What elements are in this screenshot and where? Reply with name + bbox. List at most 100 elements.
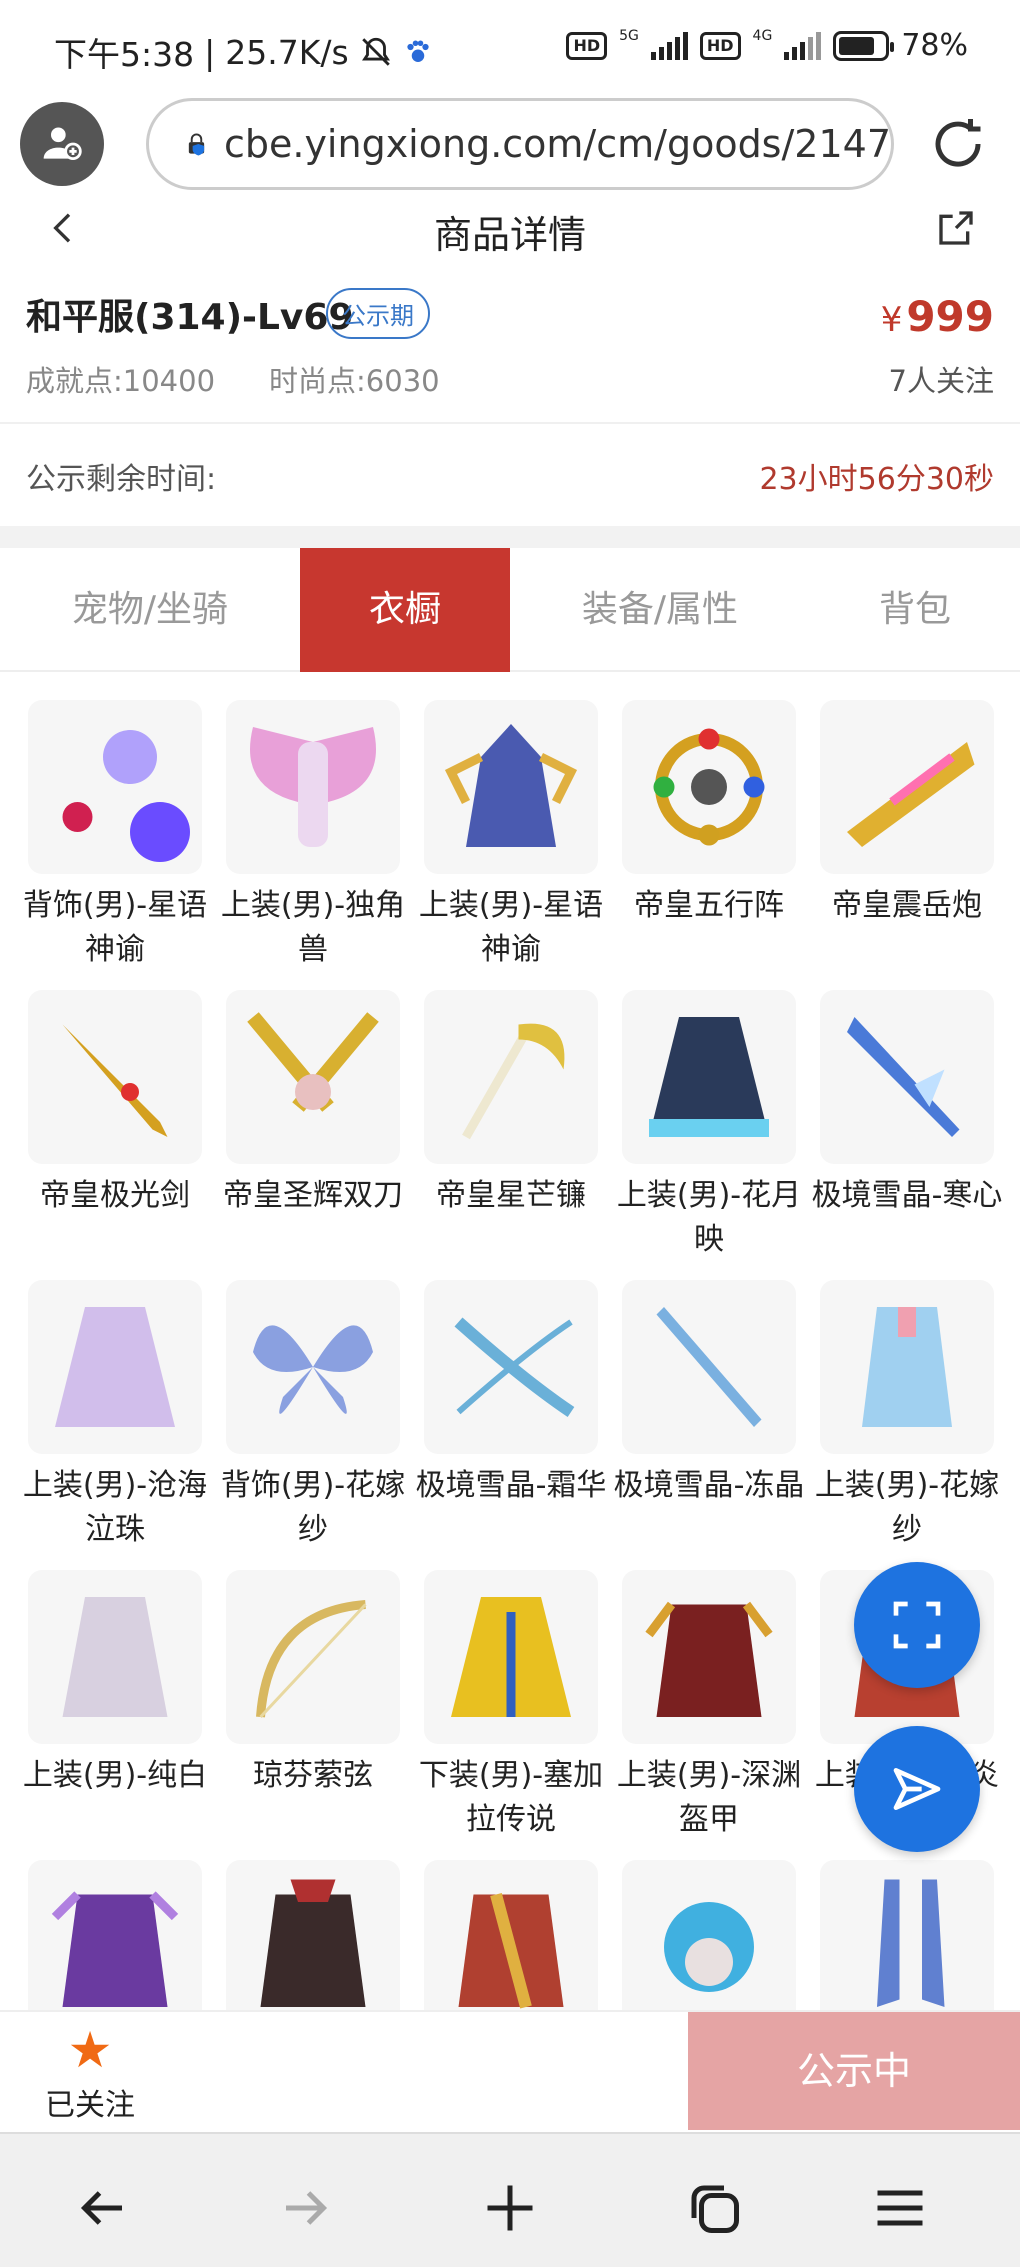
item-name: 上装(男)-沧海泣珠 xyxy=(22,1468,208,1547)
item-name: 帝皇星芒镰 xyxy=(436,1178,586,1213)
boots-icon xyxy=(877,1879,945,2007)
dark-armor-icon xyxy=(645,1601,773,1717)
hd-badge: HD xyxy=(566,31,608,60)
net-4g: 4G xyxy=(752,27,773,44)
follow-button[interactable]: ★ 已关注 xyxy=(30,2020,150,2130)
refresh-icon[interactable] xyxy=(928,114,988,174)
wardrobe-item[interactable] xyxy=(622,1860,796,2012)
wardrobe-item[interactable]: 帝皇圣辉双刀 xyxy=(223,990,403,1218)
wardrobe-item[interactable]: 上装(男)-沧海泣珠 xyxy=(23,1280,207,1552)
wardrobe-item[interactable]: 上装(男)-花月映 xyxy=(617,990,801,1262)
sword-icon xyxy=(62,1024,168,1137)
network-speed: 25.7K/s xyxy=(225,32,349,72)
wardrobe-item[interactable]: 上装(男)-深渊盔甲 xyxy=(617,1570,801,1842)
send-icon xyxy=(893,1768,941,1810)
new-tab-icon[interactable] xyxy=(480,2178,540,2238)
share-icon[interactable] xyxy=(936,208,976,248)
item-name: 琼芬萦弦 xyxy=(253,1758,373,1793)
item-name: 极境雪晶-寒心 xyxy=(811,1178,1003,1213)
profile-button[interactable] xyxy=(20,102,104,186)
browser-url-bar: cbe.yingxiong.com/cm/goods/2147 xyxy=(0,98,1020,210)
item-thumbnail xyxy=(226,990,400,1164)
item-thumbnail xyxy=(424,1280,598,1454)
fashion-points: 时尚点:6030 xyxy=(269,364,440,398)
product-info: 和平服(314)-Lv69 公示期 ¥999 成就点:10400 时尚点:603… xyxy=(0,270,1020,422)
wardrobe-item[interactable] xyxy=(424,1860,598,2012)
section-gap xyxy=(0,526,1020,548)
item-name: 帝皇五行阵 xyxy=(634,888,784,923)
remaining-label: 公示剩余时间: xyxy=(26,462,217,497)
item-thumbnail xyxy=(622,1280,796,1454)
wardrobe-item[interactable]: 上装(男)-独角兽 xyxy=(221,700,405,972)
forward-arrow-icon[interactable] xyxy=(276,2178,336,2238)
bow-icon xyxy=(454,1317,575,1417)
wardrobe-item[interactable]: 极境雪晶-寒心 xyxy=(812,990,1002,1218)
wardrobe-item[interactable] xyxy=(226,1860,400,2012)
orb-icon xyxy=(62,730,190,862)
product-name: 和平服(314)-Lv69 xyxy=(26,297,354,338)
tab-wardrobe[interactable]: 衣橱 xyxy=(300,548,510,672)
url-text: cbe.yingxiong.com/cm/goods/2147 xyxy=(223,122,891,166)
item-name: 极境雪晶-冻晶 xyxy=(613,1468,805,1503)
wardrobe-item[interactable]: 帝皇震岳炮 xyxy=(820,700,994,928)
status-left: 下午5:38 | 25.7K/s xyxy=(54,28,433,76)
send-button[interactable] xyxy=(854,1726,980,1852)
fairy-wings-icon xyxy=(253,1325,373,1414)
item-thumbnail xyxy=(424,1860,598,2012)
coat-icon xyxy=(649,1017,769,1137)
net-5g: 5G xyxy=(619,27,639,44)
item-thumbnail xyxy=(820,990,994,1164)
wardrobe-item[interactable]: 上装(男)-纯白 xyxy=(23,1570,207,1798)
currency-symbol: ¥ xyxy=(880,300,903,340)
item-thumbnail xyxy=(28,990,202,1164)
screenshot-button[interactable] xyxy=(854,1562,980,1688)
paw-icon xyxy=(407,40,429,62)
item-thumbnail xyxy=(622,990,796,1164)
tab-pets-mounts[interactable]: 宠物/坐骑 xyxy=(0,548,300,672)
armor-icon xyxy=(444,724,578,847)
ice-sword-icon xyxy=(847,1017,960,1137)
url-field[interactable]: cbe.yingxiong.com/cm/goods/2147 xyxy=(146,98,894,190)
wardrobe-item[interactable] xyxy=(28,1860,202,2012)
star-icon: ★ xyxy=(67,2021,113,2079)
price-value: 999 xyxy=(906,292,994,341)
wardrobe-item[interactable]: 帝皇星芒镰 xyxy=(424,990,598,1218)
status-time: 下午5:38 xyxy=(54,35,195,74)
back-arrow-icon[interactable] xyxy=(72,2178,132,2238)
price: ¥999 xyxy=(881,292,994,341)
public-status-button[interactable]: 公示中 xyxy=(688,2012,1020,2130)
wardrobe-item[interactable]: 极境雪晶-霜华 xyxy=(416,1280,606,1508)
wardrobe-item[interactable]: 极境雪晶-冻晶 xyxy=(614,1280,804,1508)
menu-icon[interactable] xyxy=(870,2178,930,2238)
wardrobe-item[interactable]: 琼芬萦弦 xyxy=(226,1570,400,1798)
tabs-icon[interactable] xyxy=(684,2178,744,2238)
wings-icon xyxy=(250,727,376,847)
item-name: 帝皇震岳炮 xyxy=(832,888,982,923)
wardrobe-item[interactable]: 背饰(男)-星语神谕 xyxy=(23,700,207,972)
wardrobe-item[interactable]: 上装(男)-花嫁纱 xyxy=(815,1280,999,1552)
dual-blade-icon xyxy=(247,1012,379,1112)
item-thumbnail xyxy=(820,700,994,874)
wardrobe-item[interactable]: 帝皇五行阵 xyxy=(622,700,796,928)
cape-icon xyxy=(451,1597,571,1717)
page-header: 商品详情 xyxy=(0,200,1020,262)
bottom-action-bar: ★ 已关注 公示中 xyxy=(0,2010,1020,2130)
signal-icon-2 xyxy=(784,31,822,60)
wardrobe-item[interactable]: 帝皇极光剑 xyxy=(28,990,202,1218)
cannon-icon xyxy=(847,742,975,847)
add-user-icon xyxy=(43,127,82,161)
item-thumbnail xyxy=(622,1860,796,2012)
wardrobe-item[interactable]: 背饰(男)-花嫁纱 xyxy=(221,1280,405,1552)
tab-equipment[interactable]: 装备/属性 xyxy=(510,548,810,672)
tab-backpack[interactable]: 背包 xyxy=(810,548,1020,672)
item-name: 背饰(男)-星语神谕 xyxy=(22,888,208,967)
battery-percent: 78% xyxy=(901,28,968,63)
battery-fill xyxy=(839,36,874,55)
item-name: 下装(男)-塞加拉传说 xyxy=(418,1758,604,1837)
item-name: 上装(男)-花嫁纱 xyxy=(814,1468,1000,1547)
wardrobe-item[interactable]: 下装(男)-塞加拉传说 xyxy=(419,1570,603,1842)
item-name: 上装(男)-独角兽 xyxy=(220,888,406,967)
wardrobe-item[interactable]: 上装(男)-星语神谕 xyxy=(419,700,603,972)
item-thumbnail xyxy=(28,700,202,874)
wardrobe-item[interactable] xyxy=(820,1860,994,2012)
